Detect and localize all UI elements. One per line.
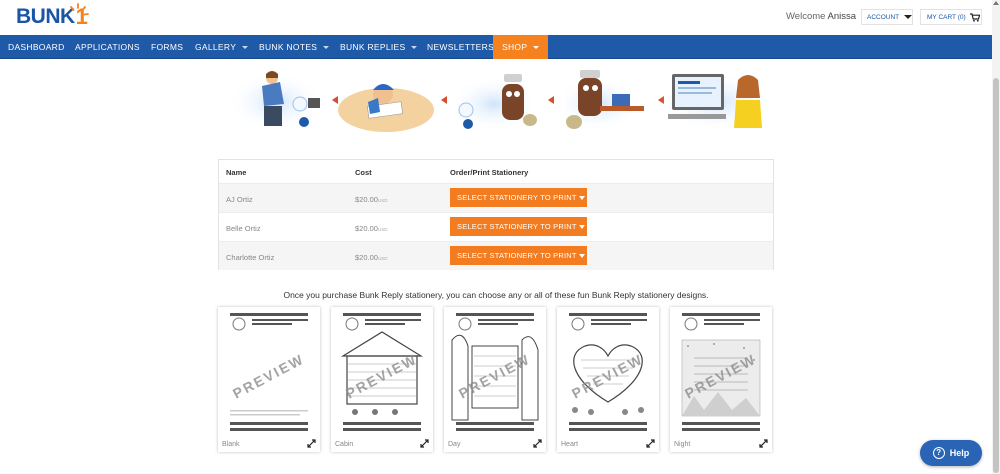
button-label: SELECT STATIONERY TO PRINT [457,222,577,231]
nav-gallery[interactable]: GALLERY [195,35,249,59]
chevron-down-icon [578,224,585,229]
scene-camper-writing [338,84,434,132]
column-header-order: Order/Print Stationery [450,168,529,177]
nav-bunk-replies[interactable]: BUNK REPLIES [340,35,418,59]
top-header: BUNK 1 Welcome Anissa ACCOUNT MY CART (0… [0,0,1000,35]
cart-label: MY CART (0) [927,13,966,21]
cost-amount: $20.00 [355,253,378,262]
account-menu-button[interactable]: ACCOUNT [861,9,913,25]
nav-label: FORMS [151,42,184,52]
help-button[interactable]: ? Help [920,440,982,466]
nav-label: SHOP [502,42,528,52]
bunk1-logo[interactable]: BUNK 1 [16,3,89,30]
scene-mascot-printing [554,70,644,132]
stationery-order-table: Name Cost Order/Print Stationery AJ Orti… [218,159,774,270]
expand-icon[interactable] [307,439,316,448]
chevron-down-icon [904,15,913,19]
chevron-down-icon [533,45,540,49]
design-label: Blank [222,441,240,448]
nav-label: DASHBOARD [8,42,65,52]
stationery-preview-image [222,310,316,435]
camper-name: AJ Ortiz [226,195,253,204]
currency-code: USD [377,227,388,232]
table-row: AJ Ortiz $20.00USD SELECT STATIONERY TO … [219,183,773,212]
cart-button[interactable]: MY CART (0) [920,9,982,25]
table-row: Charlotte Ortiz $20.00USD SELECT STATION… [219,241,773,270]
expand-icon[interactable] [646,439,655,448]
designs-caption: Once you purchase Bunk Reply stationery,… [283,290,709,300]
nav-forms[interactable]: FORMS [151,35,183,59]
column-header-name: Name [226,168,247,177]
cost-value: $20.00USD [355,195,387,204]
currency-code: USD [377,256,388,261]
design-label: Cabin [335,441,354,448]
stationery-preview-image [561,310,655,435]
sun-icon [70,3,89,16]
chevron-down-icon [242,45,249,49]
welcome-prefix: Welcome [786,11,826,22]
camper-name: Charlotte Ortiz [226,253,275,262]
user-name: Anissa [827,11,857,22]
cost-value: $20.00USD [355,253,387,262]
scene-send-note [228,71,324,132]
nav-newsletters[interactable]: NEWSLETTERS [427,35,494,59]
scene-mascot-scanning [450,74,538,132]
nav-label: GALLERY [195,42,237,52]
stationery-preview-image [335,310,429,435]
camper-name: Belle Ortiz [226,224,261,233]
select-stationery-button[interactable]: SELECT STATIONERY TO PRINT [450,188,587,207]
design-card-heart[interactable]: Heart [557,307,659,452]
nav-label: NEWSLETTERS [427,42,495,52]
design-label: Night [674,441,691,448]
arrow-icon [332,96,338,104]
how-it-works-illustration [228,70,772,132]
question-icon: ? [932,447,945,459]
arrow-icon [548,96,554,104]
cost-amount: $20.00 [355,224,378,233]
main-navigation: DASHBOARD APPLICATIONS FORMS GALLERY BUN… [0,35,1000,59]
help-label: Help [949,448,970,458]
select-stationery-button[interactable]: SELECT STATIONERY TO PRINT [450,246,587,265]
design-card-night[interactable]: Night [670,307,772,452]
stationery-preview-image [448,310,542,435]
page-scrollbar[interactable] [992,0,1000,474]
expand-icon[interactable] [420,439,429,448]
design-card-cabin[interactable]: Cabin [331,307,433,452]
button-label: SELECT STATIONERY TO PRINT [457,193,577,202]
button-label: SELECT STATIONERY TO PRINT [457,251,577,260]
currency-code: USD [377,198,388,203]
chevron-down-icon [323,45,330,49]
table-row: Belle Ortiz $20.00USD SELECT STATIONERY … [219,212,773,241]
nav-shop[interactable]: SHOP [493,35,549,59]
nav-bunk-notes[interactable]: BUNK NOTES [259,35,330,59]
nav-label: BUNK REPLIES [340,42,406,52]
account-label: ACCOUNT [867,13,900,21]
design-card-day[interactable]: Day [444,307,546,452]
nav-dashboard[interactable]: DASHBOARD [8,35,65,59]
design-label: Heart [561,441,579,448]
scene-parent-reading [660,72,772,132]
expand-icon[interactable] [759,439,768,448]
scroll-up-icon[interactable] [993,1,999,5]
cost-amount: $20.00 [355,195,378,204]
design-card-blank[interactable]: Blank [218,307,320,452]
table-header: Name Cost Order/Print Stationery [219,160,773,184]
chevron-down-icon [411,45,418,49]
nav-applications[interactable]: APPLICATIONS [75,35,140,59]
nav-label: BUNK NOTES [259,42,318,52]
welcome-message: Welcome Anissa [786,11,856,22]
chevron-down-icon [578,253,585,258]
chevron-down-icon [578,195,585,200]
column-header-cost: Cost [355,168,372,177]
cost-value: $20.00USD [355,224,387,233]
stationery-preview-image [674,310,768,435]
nav-label: APPLICATIONS [75,42,140,52]
shopping-cart-icon [969,12,980,22]
expand-icon[interactable] [533,439,542,448]
select-stationery-button[interactable]: SELECT STATIONERY TO PRINT [450,217,587,236]
arrow-icon [441,96,447,104]
design-label: Day [448,441,461,448]
scrollbar-thumb[interactable] [993,78,999,473]
